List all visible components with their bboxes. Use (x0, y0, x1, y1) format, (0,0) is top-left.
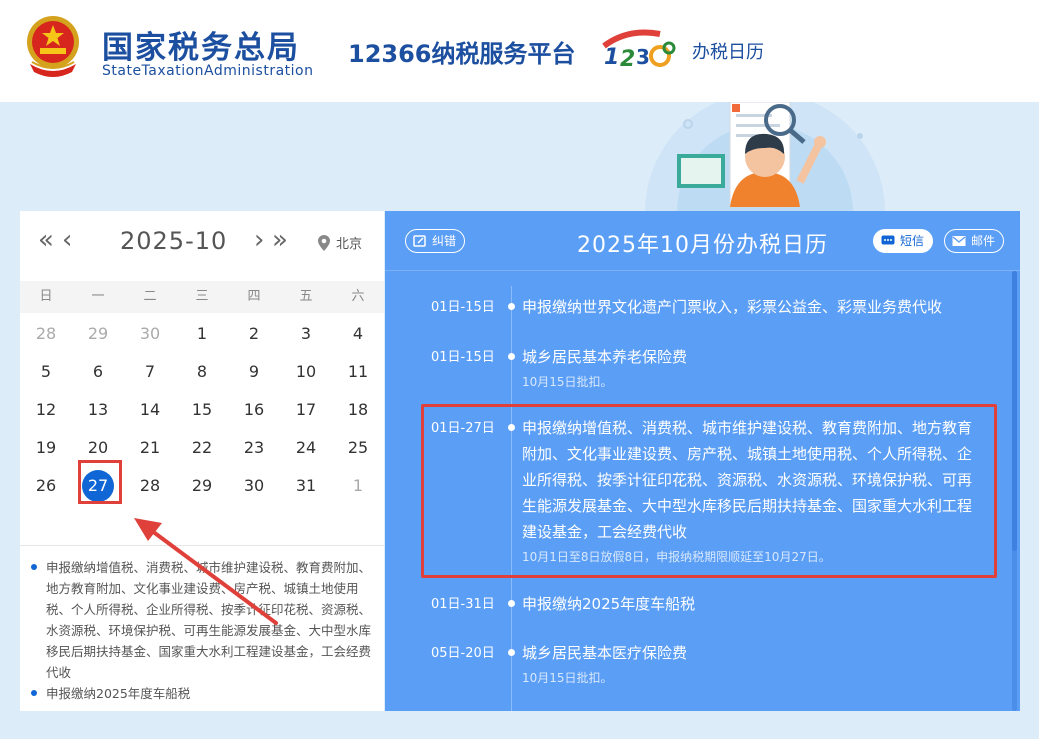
tax-calendar-panel: 纠错 2025年10月份办税日历 短信 邮件 01日-15日 申报缴纳世界文化遗… (385, 211, 1020, 711)
org-name-en: StateTaxationAdministration (102, 63, 314, 79)
calendar-week: 12 13 14 15 16 17 18 (20, 391, 384, 429)
calendar-day[interactable]: 26 (20, 467, 72, 505)
calendar-panel: « ‹ 2025-10 › » 北京 日 一 二 三 四 五 六 28 29 3… (20, 211, 384, 711)
selected-day-highlight (78, 460, 122, 504)
calendar-day[interactable]: 6 (72, 353, 124, 391)
highlight-box-annotation (421, 404, 997, 578)
day-notes: 申报缴纳增值税、消费税、城市维护建设税、教育费附加、地方教育附加、文化事业建设费… (30, 557, 376, 704)
day-note-item: 申报缴纳增值税、消费税、城市维护建设税、教育费附加、地方教育附加、文化事业建设费… (30, 557, 376, 683)
day-note-item: 申报缴纳2025年度车船税 (30, 683, 376, 704)
calendar-day[interactable]: 30 (124, 315, 176, 353)
calendar-day[interactable]: 29 (176, 467, 228, 505)
calendar-day[interactable]: 14 (124, 391, 176, 429)
sms-label: 短信 (900, 234, 925, 248)
location-pin-icon[interactable] (318, 235, 330, 251)
prev-year-button[interactable]: « (38, 225, 54, 255)
calendar-day[interactable]: 25 (332, 429, 384, 467)
divider (20, 545, 384, 546)
calendar-day[interactable]: 8 (176, 353, 228, 391)
calendar-week: 26 27 28 29 30 31 1 (20, 467, 384, 505)
weekday-label: 一 (91, 289, 105, 304)
calendar-day[interactable]: 4 (332, 315, 384, 353)
calendar-day[interactable]: 29 (72, 315, 124, 353)
calendar-day[interactable]: 3 (280, 315, 332, 353)
event-date: 01日-15日 (431, 350, 495, 365)
calendar-day[interactable]: 11 (332, 353, 384, 391)
mail-icon (952, 236, 966, 246)
calendar-day[interactable]: 23 (228, 429, 280, 467)
event-date: 01日-31日 (431, 597, 495, 612)
calendar-day[interactable]: 1 (176, 315, 228, 353)
calendar-day[interactable]: 1 (332, 467, 384, 505)
calendar-day[interactable]: 28 (124, 467, 176, 505)
weekday-label: 日 (39, 289, 53, 304)
mail-button[interactable]: 邮件 (944, 229, 1005, 253)
event-title: 申报缴纳世界文化遗产门票收入，彩票公益金、彩票业务费代收 (522, 298, 943, 316)
weekday-header: 日 一 二 三 四 五 六 (20, 281, 384, 313)
calendar-day[interactable]: 15 (176, 391, 228, 429)
calendar-week: 5 6 7 8 9 10 11 (20, 353, 384, 391)
timeline-dot (508, 353, 515, 360)
weekday-label: 五 (299, 289, 313, 304)
calendar-day[interactable]: 21 (124, 429, 176, 467)
timeline-dot (508, 303, 515, 310)
event-date: 05日-20日 (431, 646, 495, 661)
scrollbar-thumb[interactable] (1012, 271, 1017, 551)
weekday-label: 三 (195, 289, 209, 304)
calendar-day[interactable]: 10 (280, 353, 332, 391)
event-title: 城乡居民基本医疗保险费 (522, 644, 688, 662)
timeline-dot (508, 649, 515, 656)
calendar-day[interactable]: 13 (72, 391, 124, 429)
prev-month-button[interactable]: ‹ (62, 225, 72, 255)
calendar-week: 19 20 21 22 23 24 25 (20, 429, 384, 467)
calendar-month-title: 2025-10 (120, 227, 228, 255)
calendar-day[interactable]: 18 (332, 391, 384, 429)
page-name: 办税日历 (692, 42, 764, 63)
calendar-header: « ‹ 2025-10 › » 北京 (20, 211, 384, 271)
calendar-day[interactable]: 5 (20, 353, 72, 391)
site-header: 国家税务总局 StateTaxationAdministration 12366… (0, 0, 1039, 102)
calendar-day[interactable]: 19 (20, 429, 72, 467)
calendar-day[interactable]: 24 (280, 429, 332, 467)
event-title: 城乡居民基本养老保险费 (522, 348, 688, 366)
sms-button[interactable]: 短信 (873, 229, 934, 253)
calendar-week: 28 29 30 1 2 3 4 (20, 315, 384, 353)
event-note: 10月15日批扣。 (522, 375, 613, 389)
location-selector[interactable]: 北京 (336, 233, 362, 252)
calendar-day[interactable]: 30 (228, 467, 280, 505)
calendar-day[interactable]: 28 (20, 315, 72, 353)
calendar-day[interactable]: 12 (20, 391, 72, 429)
12366-logo-icon: 1 2 3 (602, 29, 676, 72)
weekday-label: 四 (247, 289, 261, 304)
mail-label: 邮件 (971, 234, 996, 248)
sms-icon (881, 235, 895, 245)
svg-text:3: 3 (636, 45, 650, 69)
next-year-button[interactable]: » (272, 225, 288, 255)
next-month-button[interactable]: › (254, 225, 264, 255)
org-name-cn: 国家税务总局 (102, 30, 300, 66)
banner-illustration (645, 102, 885, 212)
national-emblem-icon (27, 16, 79, 77)
event-title: 申报缴纳2025年度车船税 (522, 595, 696, 613)
calendar-day[interactable]: 17 (280, 391, 332, 429)
svg-text:2: 2 (620, 47, 635, 72)
panel-header: 纠错 2025年10月份办税日历 短信 邮件 (385, 211, 1020, 271)
event-date: 01日-15日 (431, 300, 495, 315)
calendar-day[interactable]: 2 (228, 315, 280, 353)
calendar-days: 28 29 30 1 2 3 4 5 6 7 8 9 10 11 12 13 1… (20, 315, 384, 505)
timeline-dot (508, 600, 515, 607)
calendar-day[interactable]: 7 (124, 353, 176, 391)
weekday-label: 二 (143, 289, 157, 304)
calendar-day[interactable]: 9 (228, 353, 280, 391)
platform-name: 12366纳税服务平台 (348, 40, 576, 68)
calendar-day[interactable]: 16 (228, 391, 280, 429)
calendar-day[interactable]: 31 (280, 467, 332, 505)
calendar-day[interactable]: 22 (176, 429, 228, 467)
weekday-label: 六 (351, 289, 365, 304)
svg-text:1: 1 (604, 45, 619, 70)
event-note: 10月15日批扣。 (522, 671, 613, 685)
